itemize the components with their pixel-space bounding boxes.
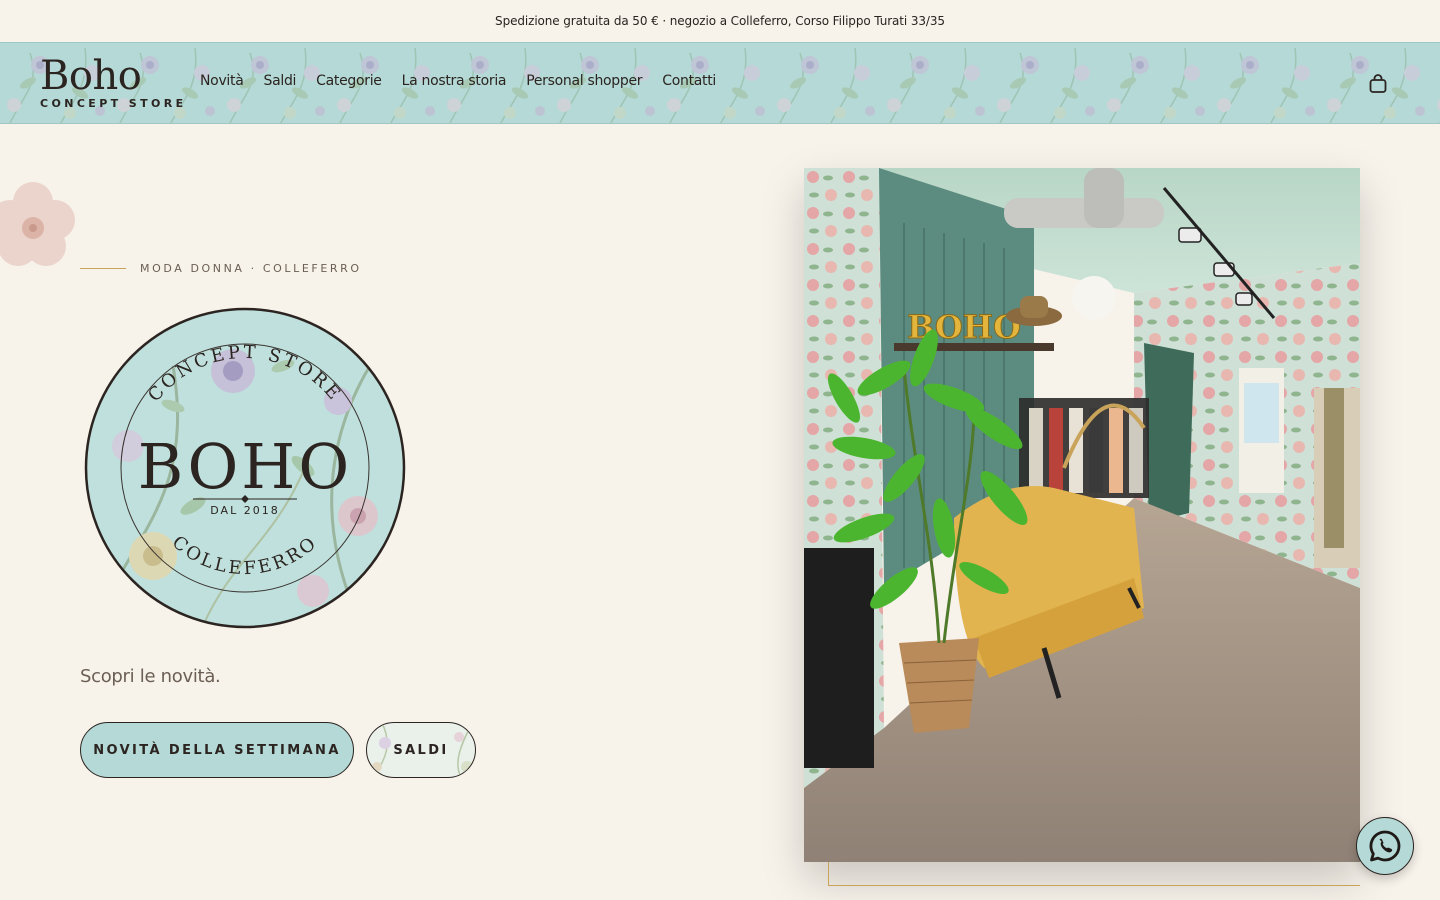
boho-badge-logo: CONCEPT STORE COLLEFERRO BOHO DAL 2018 (84, 307, 406, 629)
eyebrow-divider (80, 268, 126, 269)
logo-wordmark: Boho (40, 53, 142, 99)
badge-name: BOHO (138, 430, 352, 503)
saldi-button[interactable]: SALDI (366, 722, 476, 778)
nav-item-la-nostra-storia[interactable]: La nostra storia (402, 73, 507, 89)
main-nav: Novità Saldi Categorie La nostra storia … (200, 73, 716, 89)
photo-frame-accent (828, 862, 1360, 886)
store-interior-illustration: BOHO (804, 168, 1360, 862)
saldi-label: SALDI (393, 742, 449, 758)
nav-item-categorie[interactable]: Categorie (316, 73, 382, 89)
nav-item-contatti[interactable]: Contatti (662, 73, 716, 89)
nav-item-novita[interactable]: Novità (200, 73, 244, 89)
announcement-bar: Spedizione gratuita da 50 € · negozio a … (0, 0, 1440, 42)
hero-eyebrow: MODA DONNA · COLLEFERRO (80, 262, 362, 275)
store-interior-photo: BOHO (804, 168, 1360, 862)
whatsapp-icon (1369, 830, 1401, 862)
announcement-text: Spedizione gratuita da 50 € · negozio a … (495, 14, 945, 28)
hero-tagline: Scopri le novità. (80, 666, 221, 687)
whatsapp-button[interactable] (1356, 817, 1414, 875)
decorative-flower-icon (0, 182, 75, 266)
nav-item-saldi[interactable]: Saldi (263, 73, 296, 89)
badge-since: DAL 2018 (210, 504, 279, 517)
shopping-bag-icon[interactable] (1368, 74, 1388, 94)
site-logo[interactable]: Boho CONCEPT STORE (40, 53, 187, 110)
site-header: Boho CONCEPT STORE Novità Saldi Categori… (0, 42, 1440, 124)
novita-settimana-label: NOVITÀ DELLA SETTIMANA (93, 742, 341, 758)
eyebrow-text: MODA DONNA · COLLEFERRO (140, 262, 362, 275)
novita-settimana-button[interactable]: NOVITÀ DELLA SETTIMANA (80, 722, 354, 778)
nav-item-personal-shopper[interactable]: Personal shopper (526, 73, 642, 89)
logo-subtitle: CONCEPT STORE (40, 97, 187, 110)
